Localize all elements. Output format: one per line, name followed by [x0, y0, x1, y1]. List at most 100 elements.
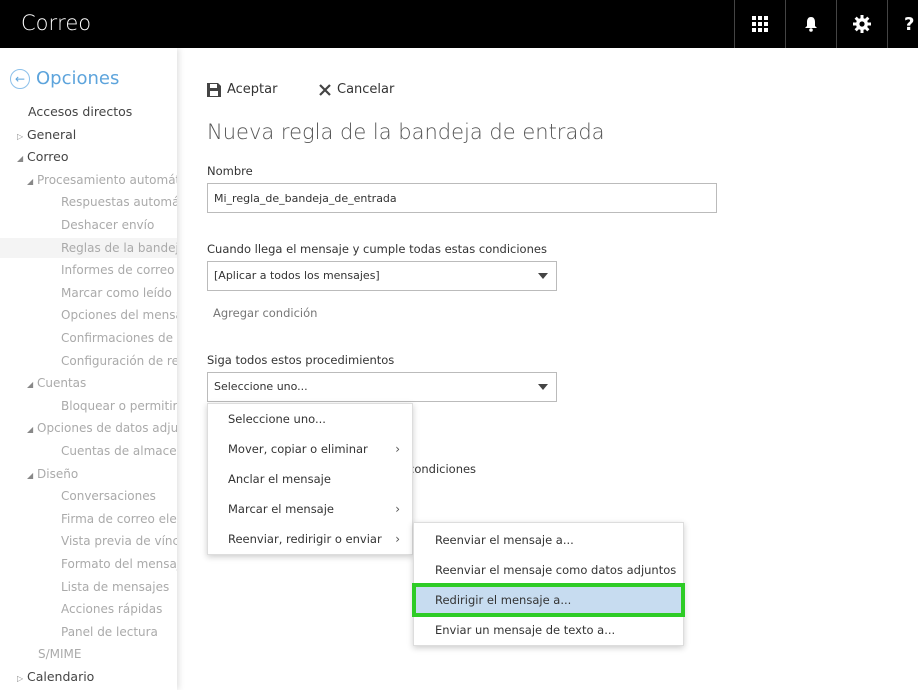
actions-dropdown[interactable]: Seleccione uno...	[207, 372, 557, 402]
accept-button[interactable]: Aceptar	[207, 82, 277, 97]
help-button[interactable]: ?	[887, 0, 918, 48]
back-arrow-icon: ←	[10, 68, 30, 89]
sidebar-item[interactable]: ▷ Calendario	[0, 667, 177, 687]
sidebar-item[interactable]: Acciones rápidas	[0, 599, 177, 619]
collapse-triangle-icon[interactable]: ▷	[17, 669, 27, 687]
expand-triangle-icon[interactable]: ◢	[27, 420, 37, 438]
top-bar: Correo ?	[0, 0, 918, 48]
rule-name-input[interactable]: Mi_regla_de_bandeja_de_entrada	[207, 183, 717, 213]
action-menu-item[interactable]: Marcar el mensaje ›	[208, 494, 412, 524]
forward-submenu-item[interactable]: Enviar un mensaje de texto a...	[414, 615, 683, 645]
sidebar-item[interactable]: Cuentas de almacenam	[0, 441, 177, 461]
sidebar-item-label: Marcar como leído	[61, 285, 172, 300]
sidebar-item[interactable]: Firma de correo electr	[0, 509, 177, 529]
chevron-down-icon	[538, 273, 548, 279]
sidebar-item[interactable]: Conversaciones	[0, 486, 177, 506]
conditions-value: [Aplicar a todos los mensajes]	[214, 269, 380, 282]
sidebar-item-label: Lista de mensajes	[61, 579, 170, 594]
sidebar-item[interactable]: Bloquear o permitir	[0, 396, 177, 416]
sidebar-item[interactable]: Panel de lectura	[0, 622, 177, 642]
options-header: Opciones	[36, 68, 120, 89]
sidebar-item[interactable]: Informes de correo no	[0, 260, 177, 280]
sidebar-item-label: Cuentas de almacenam	[61, 444, 177, 458]
sidebar-item-label: Bloquear o permitir	[61, 398, 177, 413]
forward-submenu-item[interactable]: Redirigir el mensaje a...	[412, 583, 685, 617]
expand-triangle-icon[interactable]: ◢	[27, 172, 37, 190]
sidebar-item[interactable]: S/MIME	[0, 644, 177, 664]
sidebar-item-label: S/MIME	[38, 647, 82, 662]
chevron-down-icon	[538, 384, 548, 390]
sidebar-item[interactable]: Vista previa de vínculo	[0, 531, 177, 551]
menu-item-label: Marcar el mensaje	[228, 502, 334, 516]
chevron-right-icon: ›	[395, 442, 400, 456]
sidebar-item[interactable]: Configuración de resp	[0, 351, 177, 371]
sidebar-item[interactable]: ◢ Cuentas	[0, 373, 177, 393]
options-sidebar: ← Opciones Accesos directos ▷ General ◢ Corr…	[0, 48, 177, 690]
actions-value: Seleccione uno...	[214, 380, 308, 393]
exceptions-label-partial: condiciones	[408, 462, 477, 476]
sidebar-item-label: Correo	[27, 149, 69, 165]
collapse-triangle-icon[interactable]: ▷	[17, 127, 27, 145]
settings-button[interactable]	[836, 0, 887, 48]
sidebar-item[interactable]: ◢ Diseño	[0, 464, 177, 484]
sidebar-item[interactable]: Marcar como leído	[0, 283, 177, 303]
app-title[interactable]: Correo	[21, 11, 91, 35]
sidebar-item-label: General	[27, 126, 77, 142]
sidebar-item-label: Calendario	[27, 669, 95, 684]
sidebar-item[interactable]: ◢ Opciones de datos adju	[0, 418, 177, 438]
cancel-label: Cancelar	[337, 82, 395, 97]
sidebar-item[interactable]: ◢ Correo	[0, 147, 177, 167]
add-condition-link[interactable]: Agregar condición	[213, 306, 317, 320]
sidebar-item[interactable]: Deshacer envío	[0, 215, 177, 235]
conditions-dropdown[interactable]: [Aplicar a todos los mensajes]	[207, 261, 557, 291]
action-menu-item[interactable]: Mover, copiar o eliminar ›	[208, 434, 412, 464]
menu-item-label: Reenviar, redirigir o enviar	[228, 532, 382, 546]
sidebar-item-label: Configuración de resp	[61, 353, 177, 368]
sidebar-item-label: Panel de lectura	[61, 624, 158, 639]
sidebar-item[interactable]: ▷ General	[0, 125, 177, 145]
action-menu-item[interactable]: Seleccione uno...	[208, 404, 412, 434]
expand-triangle-icon[interactable]: ◢	[27, 466, 37, 484]
sidebar-item[interactable]: Lista de mensajes	[0, 577, 177, 597]
menu-item-label: Anclar el mensaje	[228, 472, 331, 486]
accept-label: Aceptar	[227, 82, 278, 97]
expand-triangle-icon[interactable]: ◢	[17, 149, 27, 167]
conditions-label: Cuando llega el mensaje y cumple todas e…	[207, 242, 547, 256]
sidebar-item-label: Accesos directos	[28, 104, 133, 119]
page-title: Nueva regla de la bandeja de entrada	[207, 120, 605, 144]
sidebar-item-label: Cuentas	[37, 376, 87, 391]
expand-triangle-icon[interactable]: ◢	[27, 375, 37, 393]
menu-item-label: Redirigir el mensaje a...	[435, 593, 572, 607]
forward-submenu: Reenviar el mensaje a... Reenviar el mens…	[412, 522, 685, 646]
sidebar-item-label: Respuestas automátic	[61, 195, 177, 210]
sidebar-item[interactable]: Reglas de la bandeja d	[0, 237, 177, 258]
forward-submenu-item[interactable]: Reenviar el mensaje a...	[414, 525, 683, 555]
forward-submenu-item[interactable]: Reenviar el mensaje como datos adjuntos …	[414, 555, 683, 607]
options-back-button[interactable]: ← Opciones	[10, 68, 119, 89]
sidebar-item[interactable]: Formato del mensaje	[0, 554, 177, 574]
sidebar-item-label: Procesamiento automát	[37, 172, 177, 187]
sidebar-item[interactable]: Opciones del mensaje	[0, 305, 177, 325]
sidebar-item-label: Diseño	[37, 466, 79, 481]
chevron-right-icon: ›	[395, 502, 400, 516]
menu-item-label: Seleccione uno...	[228, 412, 326, 426]
bell-icon	[805, 17, 817, 32]
app-launcher-button[interactable]	[734, 0, 785, 48]
sidebar-item-label: Firma de correo electr	[61, 511, 177, 526]
sidebar-item-label: Conversaciones	[61, 489, 156, 504]
actions-label: Siga todos estos procedimientos	[207, 353, 395, 367]
sidebar-item[interactable]: Respuestas automátic	[0, 192, 177, 212]
action-menu: Seleccione uno... Mover, copiar o elimina…	[207, 403, 413, 555]
sidebar-item-label: Deshacer envío	[61, 218, 155, 232]
notifications-button[interactable]	[785, 0, 836, 48]
sidebar-item[interactable]: Accesos directos	[0, 102, 177, 122]
sidebar-item[interactable]: ◢ Procesamiento automát	[0, 170, 177, 190]
sidebar-item-label: Informes de correo no	[61, 263, 177, 278]
menu-item-label: Mover, copiar o eliminar	[228, 442, 368, 456]
sidebar-item[interactable]: Confirmaciones de lec	[0, 328, 177, 348]
action-menu-item[interactable]: Anclar el mensaje	[208, 464, 412, 494]
cancel-button[interactable]: Cancelar	[319, 82, 394, 97]
close-icon	[319, 83, 331, 96]
action-menu-item[interactable]: Reenviar, redirigir o enviar ›	[208, 524, 412, 554]
save-icon	[207, 82, 221, 97]
